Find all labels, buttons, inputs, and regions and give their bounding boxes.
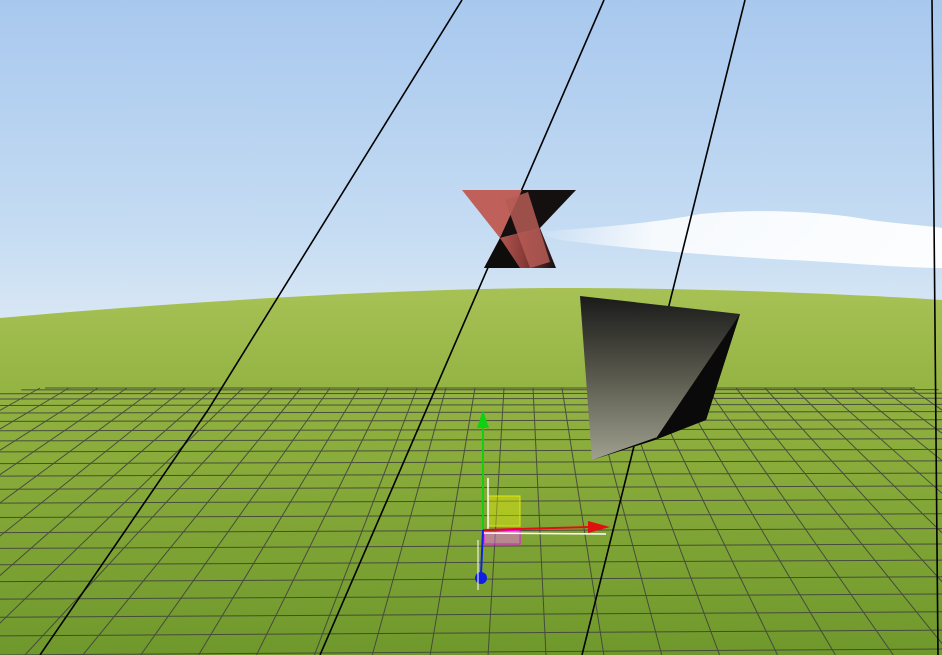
scene-canvas[interactable] xyxy=(0,0,942,655)
sky xyxy=(0,0,942,330)
grass-hill xyxy=(0,288,942,655)
3d-viewport[interactable] xyxy=(0,0,942,655)
gizmo-plane-xy[interactable] xyxy=(487,495,521,527)
grid-line xyxy=(0,392,942,395)
gizmo-plane-xz[interactable] xyxy=(483,529,521,545)
gizmo-z-arrow[interactable] xyxy=(475,572,487,584)
